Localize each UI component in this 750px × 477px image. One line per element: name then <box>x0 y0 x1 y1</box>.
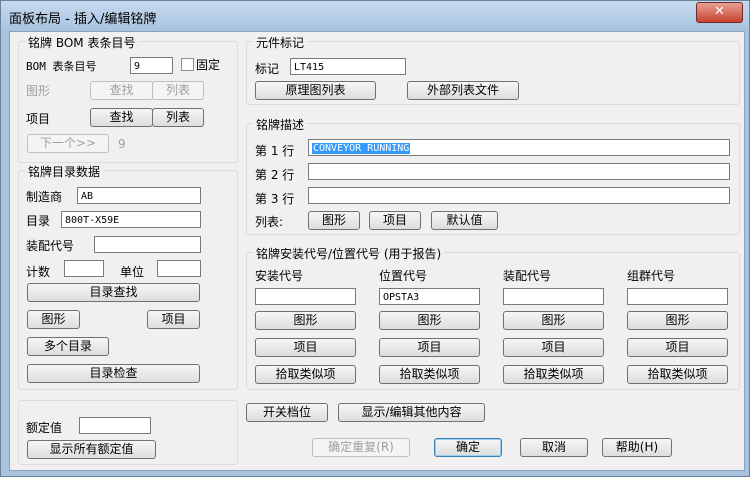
catalog-project-button[interactable]: 项目 <box>147 310 200 329</box>
install-project-button[interactable]: 项目 <box>255 338 356 357</box>
catalog-lookup-button[interactable]: 目录查找 <box>27 283 200 302</box>
catalog-group-title: 铭牌目录数据 <box>25 163 104 180</box>
desc-graphic-button[interactable]: 图形 <box>308 211 360 230</box>
catalog-check-button[interactable]: 目录检查 <box>27 364 200 383</box>
line1-selected-text: CONVEYOR RUNNING <box>312 143 411 154</box>
ok-repeat-button[interactable]: 确定重复(R) <box>312 438 410 457</box>
assembly-code-input[interactable] <box>94 236 201 253</box>
group-project-button[interactable]: 项目 <box>627 338 728 357</box>
count-label: 计数 <box>26 265 51 279</box>
unit-label: 单位 <box>120 265 145 279</box>
bom-graphic-label: 图形 <box>26 84 51 98</box>
bom-graphic-list-button[interactable]: 列表 <box>152 81 204 100</box>
show-all-ratings-button[interactable]: 显示所有额定值 <box>27 440 156 459</box>
line3-label: 第 3 行 <box>255 192 295 206</box>
location-code-header: 位置代号 <box>379 269 428 283</box>
bom-item-label: BOM 表条目号 <box>26 60 97 73</box>
assembly-pick-similar-button[interactable]: 拾取类似项 <box>503 365 604 384</box>
catalog-graphic-button[interactable]: 图形 <box>27 310 80 329</box>
title-bar: 面板布局 - 插入/编辑铭牌 ✕ <box>1 1 749 31</box>
tag-label: 标记 <box>255 62 280 76</box>
assembly-col-header: 装配代号 <box>503 269 552 283</box>
help-button[interactable]: 帮助(H) <box>602 438 672 457</box>
line1-input[interactable]: CONVEYOR RUNNING <box>308 139 730 156</box>
multiple-catalog-button[interactable]: 多个目录 <box>27 337 109 356</box>
catalog-label: 目录 <box>26 214 51 228</box>
assembly-graphic-button[interactable]: 图形 <box>503 311 604 330</box>
desc-list-label: 列表: <box>255 215 284 229</box>
bom-group-title: 铭牌 BOM 表条目号 <box>25 34 139 51</box>
line3-input[interactable] <box>308 187 730 204</box>
manufacturer-input[interactable]: AB <box>77 187 201 204</box>
ok-button[interactable]: 确定 <box>434 438 502 457</box>
window-title: 面板布局 - 插入/编辑铭牌 <box>9 12 157 27</box>
show-edit-misc-button[interactable]: 显示/编辑其他内容 <box>338 403 485 422</box>
assembly-col-input[interactable] <box>503 288 604 305</box>
install-pick-similar-button[interactable]: 拾取类似项 <box>255 365 356 384</box>
install-graphic-button[interactable]: 图形 <box>255 311 356 330</box>
install-code-header: 安装代号 <box>255 269 304 283</box>
group-code-input[interactable] <box>627 288 728 305</box>
dialog-client: 铭牌 BOM 表条目号 BOM 表条目号 9 固定 图形 查找 列表 项目 查找… <box>9 31 745 471</box>
fixed-label: 固定 <box>196 58 221 72</box>
bom-project-list-button[interactable]: 列表 <box>152 108 204 127</box>
manufacturer-label: 制造商 <box>26 190 63 204</box>
assembly-project-button[interactable]: 项目 <box>503 338 604 357</box>
dialog-window: 面板布局 - 插入/编辑铭牌 ✕ 铭牌 BOM 表条目号 BOM 表条目号 9 … <box>0 0 750 477</box>
desc-default-button[interactable]: 默认值 <box>431 211 498 230</box>
location-code-input[interactable]: OPSTA3 <box>379 288 480 305</box>
cancel-button[interactable]: 取消 <box>520 438 588 457</box>
line2-input[interactable] <box>308 163 730 180</box>
count-input[interactable] <box>64 260 104 277</box>
group-pick-similar-button[interactable]: 拾取类似项 <box>627 365 728 384</box>
rating-input[interactable] <box>79 417 151 434</box>
external-list-file-button[interactable]: 外部列表文件 <box>407 81 519 100</box>
desc-group-title: 铭牌描述 <box>253 116 308 133</box>
bom-item-input[interactable]: 9 <box>130 57 173 74</box>
group-code-header: 组群代号 <box>627 269 676 283</box>
next-value: 9 <box>118 137 126 151</box>
bom-graphic-find-button[interactable]: 查找 <box>90 81 153 100</box>
fixed-checkbox[interactable] <box>181 58 194 71</box>
catalog-input[interactable]: 800T-X59E <box>61 211 201 228</box>
close-button[interactable]: ✕ <box>696 2 743 23</box>
location-project-button[interactable]: 项目 <box>379 338 480 357</box>
location-graphic-button[interactable]: 图形 <box>379 311 480 330</box>
assembly-code-label: 装配代号 <box>26 239 75 253</box>
tag-group-title: 元件标记 <box>253 34 308 51</box>
unit-input[interactable] <box>157 260 201 277</box>
location-group-title: 铭牌安装代号/位置代号 (用于报告) <box>253 245 445 262</box>
bom-project-find-button[interactable]: 查找 <box>90 108 153 127</box>
schematic-list-button[interactable]: 原理图列表 <box>255 81 376 100</box>
next-button[interactable]: 下一个>> <box>27 134 109 153</box>
install-code-input[interactable] <box>255 288 356 305</box>
tag-input[interactable]: LT415 <box>290 58 406 75</box>
desc-project-button[interactable]: 项目 <box>369 211 421 230</box>
line2-label: 第 2 行 <box>255 168 295 182</box>
close-icon: ✕ <box>714 4 725 19</box>
location-pick-similar-button[interactable]: 拾取类似项 <box>379 365 480 384</box>
group-graphic-button[interactable]: 图形 <box>627 311 728 330</box>
bom-project-label: 项目 <box>26 112 51 126</box>
line1-label: 第 1 行 <box>255 144 295 158</box>
switch-position-button[interactable]: 开关档位 <box>246 403 328 422</box>
rating-label: 额定值 <box>26 421 63 435</box>
